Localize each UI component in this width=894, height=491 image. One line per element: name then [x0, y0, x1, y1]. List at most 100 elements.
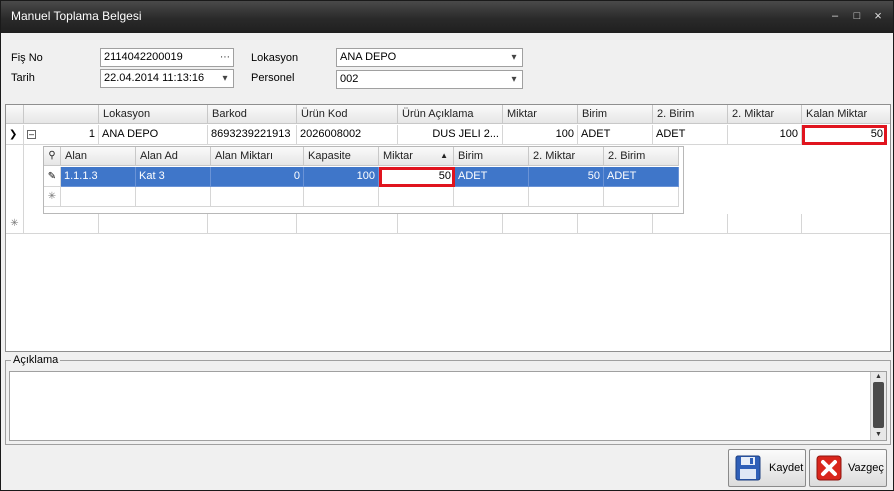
fis-no-label: Fiş No: [11, 52, 43, 64]
column-header-birim2[interactable]: 2. Birim: [653, 105, 728, 124]
fis-no-field[interactable]: 2114042200019 ⋯: [100, 48, 234, 67]
detail-header-birim2[interactable]: 2. Birim: [604, 147, 679, 166]
detail-new-row-cell[interactable]: [454, 187, 529, 207]
tarih-label: Tarih: [11, 72, 35, 84]
column-header-kalan-miktar[interactable]: Kalan Miktar: [802, 105, 890, 124]
detail-header-miktar[interactable]: Miktar ▲: [379, 147, 454, 166]
chevron-down-icon[interactable]: ▾: [506, 71, 522, 88]
cell-miktar2[interactable]: 100: [728, 125, 802, 145]
index-header: [24, 105, 99, 124]
detail-grid[interactable]: ⚲ Alan Alan Ad Alan Miktarı Kapasite Mik…: [43, 146, 684, 214]
new-row-cell[interactable]: [24, 214, 99, 234]
detail-new-row-cell[interactable]: [604, 187, 679, 207]
maximize-icon[interactable]: □: [850, 9, 864, 23]
cancel-button[interactable]: Vazgeç: [809, 449, 887, 487]
column-header-birim[interactable]: Birim: [578, 105, 653, 124]
cell-lokasyon[interactable]: ANA DEPO: [99, 125, 208, 145]
close-icon[interactable]: ×: [871, 9, 885, 23]
cell-miktar[interactable]: 100: [503, 125, 578, 145]
row-pointer-icon: ❯: [6, 125, 24, 145]
cell-kalan-miktar[interactable]: 50: [802, 125, 887, 145]
fis-no-value: 2114042200019: [104, 51, 183, 63]
save-button-label: Kaydet: [769, 462, 804, 474]
detail-header-kapasite[interactable]: Kapasite: [304, 147, 379, 166]
column-header-barkod[interactable]: Barkod: [208, 105, 297, 124]
detail-new-row-cell[interactable]: [211, 187, 304, 207]
tarih-field[interactable]: 22.04.2014 11:13:16 ▾: [100, 69, 234, 88]
column-header-lokasyon[interactable]: Lokasyon: [99, 105, 208, 124]
detail-cell-alan-miktari[interactable]: 0: [211, 167, 304, 187]
new-row-asterisk-icon[interactable]: ✳: [44, 187, 61, 207]
new-row-cell[interactable]: [802, 214, 890, 234]
row-indicator-header: [6, 105, 24, 124]
scrollbar-thumb[interactable]: [873, 382, 884, 428]
detail-header-birim[interactable]: Birim: [454, 147, 529, 166]
scroll-up-icon[interactable]: ▲: [871, 372, 886, 381]
detail-miktar-input[interactable]: 50: [379, 167, 455, 187]
vertical-scrollbar[interactable]: ▲ ▼: [870, 372, 886, 440]
new-row-cell[interactable]: [398, 214, 503, 234]
detail-new-row-cell[interactable]: [529, 187, 604, 207]
chevron-down-icon[interactable]: ▾: [217, 70, 233, 87]
ellipsis-button[interactable]: ⋯: [217, 49, 233, 66]
new-row-cell[interactable]: [99, 214, 208, 234]
detail-header-miktar2[interactable]: 2. Miktar: [529, 147, 604, 166]
detail-new-row-cell[interactable]: [379, 187, 454, 207]
title-bar: Manuel Toplama Belgesi – □ ×: [1, 1, 893, 33]
collapse-icon[interactable]: –: [27, 129, 36, 139]
header-form: Fiş No 2114042200019 ⋯ Tarih 22.04.2014 …: [1, 33, 893, 101]
new-row-cell[interactable]: [653, 214, 728, 234]
table-row[interactable]: – 1: [24, 125, 99, 145]
main-window: Manuel Toplama Belgesi – □ × Fiş No 2114…: [0, 0, 894, 491]
personel-label: Personel: [251, 72, 295, 84]
detail-new-row-cell[interactable]: [136, 187, 211, 207]
column-header-urun-aciklama[interactable]: Ürün Açıklama: [398, 105, 503, 124]
column-header-miktar[interactable]: Miktar: [503, 105, 578, 124]
column-header-miktar2[interactable]: 2. Miktar: [728, 105, 802, 124]
cell-birim[interactable]: ADET: [578, 125, 653, 145]
row-index: 1: [88, 128, 95, 140]
window-title: Manuel Toplama Belgesi: [11, 9, 142, 23]
detail-cell-alan-ad[interactable]: Kat 3: [136, 167, 211, 187]
detail-new-row-cell[interactable]: [61, 187, 136, 207]
cancel-x-icon: [816, 455, 842, 481]
personel-value: 002: [340, 73, 359, 85]
detail-header-alan-ad[interactable]: Alan Ad: [136, 147, 211, 166]
detail-indent: [6, 145, 24, 214]
new-row-cell[interactable]: [728, 214, 802, 234]
personel-select[interactable]: 002 ▾: [336, 70, 523, 89]
cancel-button-label: Vazgeç: [848, 462, 884, 474]
cell-urun-aciklama[interactable]: DUS JELI 2...: [398, 125, 503, 145]
detail-cell-miktar2[interactable]: 50: [529, 167, 604, 187]
detail-cell-kapasite[interactable]: 100: [304, 167, 379, 187]
minimize-icon[interactable]: –: [828, 9, 842, 23]
tarih-value: 22.04.2014 11:13:16: [104, 72, 205, 84]
detail-header-miktar-label: Miktar: [383, 150, 413, 162]
search-icon[interactable]: ⚲: [44, 147, 61, 166]
detail-header-alan-miktari[interactable]: Alan Miktarı: [211, 147, 304, 166]
aciklama-label: Açıklama: [11, 354, 61, 366]
detail-cell-birim[interactable]: ADET: [455, 167, 529, 187]
cell-birim2[interactable]: ADET: [653, 125, 728, 145]
detail-new-row-cell[interactable]: [304, 187, 379, 207]
save-button[interactable]: Kaydet: [728, 449, 806, 487]
scroll-down-icon[interactable]: ▼: [871, 430, 886, 439]
chevron-down-icon[interactable]: ▾: [506, 49, 522, 66]
new-row-asterisk-icon[interactable]: ✳: [6, 214, 24, 234]
lokasyon-value: ANA DEPO: [340, 51, 397, 63]
detail-header-alan[interactable]: Alan: [61, 147, 136, 166]
detail-cell-alan[interactable]: 1.1.1.3: [61, 167, 136, 187]
items-grid[interactable]: Lokasyon Barkod Ürün Kod Ürün Açıklama M…: [5, 104, 891, 352]
column-header-urun-kod[interactable]: Ürün Kod: [297, 105, 398, 124]
detail-cell-birim2[interactable]: ADET: [604, 167, 679, 187]
sort-ascending-icon: ▲: [440, 151, 448, 160]
lokasyon-select[interactable]: ANA DEPO ▾: [336, 48, 523, 67]
aciklama-textarea[interactable]: ▲ ▼: [9, 371, 887, 441]
new-row-cell[interactable]: [208, 214, 297, 234]
cell-urun-kod[interactable]: 2026008002: [297, 125, 398, 145]
new-row-cell[interactable]: [503, 214, 578, 234]
cell-barkod[interactable]: 8693239221913: [208, 125, 297, 145]
new-row-cell[interactable]: [578, 214, 653, 234]
floppy-disk-icon: [735, 455, 761, 481]
new-row-cell[interactable]: [297, 214, 398, 234]
